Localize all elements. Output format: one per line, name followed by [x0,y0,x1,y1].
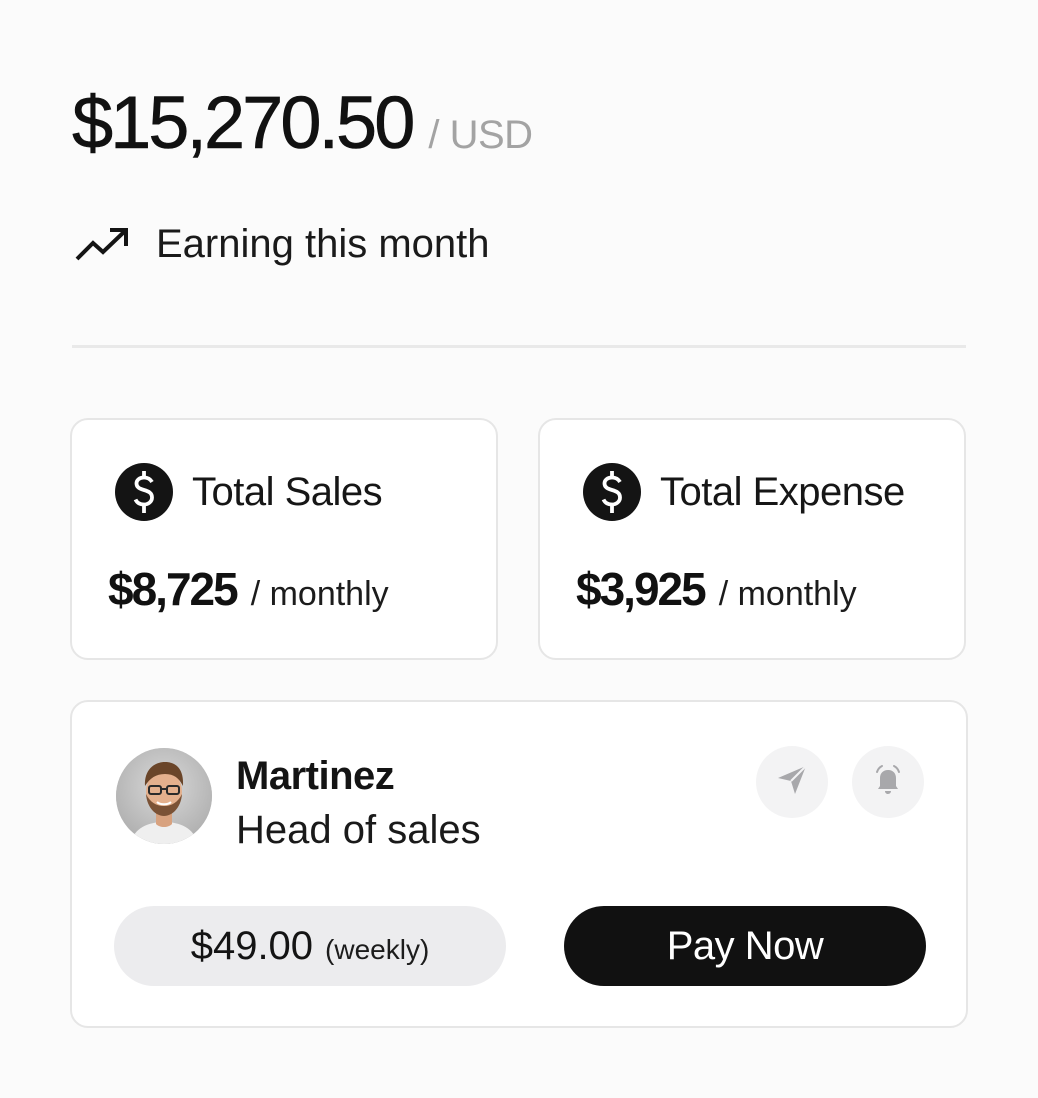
send-button[interactable] [756,746,828,818]
stat-label: Total Expense [660,469,905,514]
stat-label: Total Sales [192,469,383,514]
total-sales-card[interactable]: Total Sales $8,725 / monthly [70,418,498,660]
price-period: (weekly) [325,934,430,965]
balance-currency: / USD [428,113,533,157]
earning-label: Earning this month [156,222,490,266]
stat-header: Total Sales [114,462,383,522]
send-icon [774,762,810,803]
earning-row: Earning this month [74,222,490,267]
dollar-circle-icon [582,462,642,522]
dollar-circle-icon [114,462,174,522]
stat-value: $8,725 [108,563,239,615]
avatar [116,748,212,844]
price-value: $49.00 [190,924,314,968]
total-expense-card[interactable]: Total Expense $3,925 / monthly [538,418,966,660]
stat-value: $3,925 [576,563,707,615]
divider [72,345,966,348]
bell-icon [870,762,906,803]
price-pill: $49.00 (weekly) [114,906,506,986]
person-role: Head of sales [236,808,481,852]
stat-value-row: $8,725 / monthly [108,562,389,616]
stat-value-row: $3,925 / monthly [576,562,857,616]
balance-amount: $15,270.50 [72,81,416,165]
notification-button[interactable] [852,746,924,818]
stat-period: / monthly [250,575,389,613]
person-card: Martinez Head of sales $49.00 (weekly) P… [70,700,968,1028]
stat-header: Total Expense [582,462,905,522]
person-name: Martinez [236,754,395,798]
balance-header: $15,270.50 / USD [72,80,533,165]
pay-now-button[interactable]: Pay Now [564,906,926,986]
trending-up-icon [74,225,130,265]
stat-period: / monthly [718,575,857,613]
